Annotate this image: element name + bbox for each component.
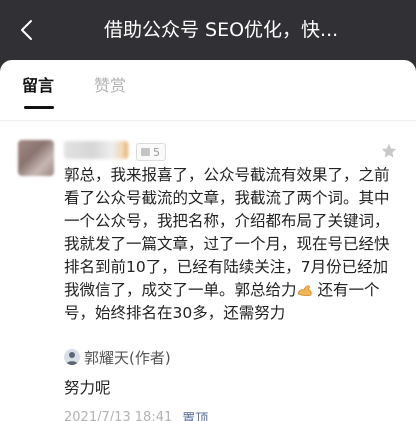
star-icon bbox=[381, 143, 397, 158]
author-reply-header: 郭耀天(作者) bbox=[64, 347, 171, 367]
pin-link[interactable]: 置顶 bbox=[182, 408, 208, 421]
author-reply-text: 努力呢 bbox=[64, 379, 111, 397]
top-navigation-bar: 借助公众号 SEO优化，快... bbox=[0, 0, 416, 60]
tab-comments[interactable]: 留言 bbox=[22, 72, 54, 96]
back-button[interactable] bbox=[6, 10, 46, 50]
comments-sheet: 留言 赞赏 5 郭总，我来报喜了，公众号截流有效果了，之前看了公众号截流的文章，… bbox=[0, 60, 416, 421]
badge-count: 5 bbox=[153, 145, 160, 159]
user-icon bbox=[66, 352, 78, 365]
article-title: 借助公众号 SEO优化，快... bbox=[104, 19, 339, 41]
author-name: 郭耀天(作者) bbox=[84, 348, 171, 367]
chevron-left-icon bbox=[21, 20, 32, 40]
commenter-avatar[interactable] bbox=[18, 140, 54, 176]
tab-bar: 留言 赞赏 bbox=[0, 60, 416, 110]
comment-text: 郭总，我来报喜了，公众号截流有效果了，之前看了公众号截流的文章，我截流了两个词。… bbox=[64, 164, 394, 325]
author-avatar bbox=[64, 349, 80, 365]
commenter-name-blurred bbox=[64, 141, 128, 159]
tab-appreciation[interactable]: 赞赏 bbox=[94, 72, 126, 96]
comment-text-part1: 郭总，我来报喜了，公众号截流有效果了，之前看了公众号截流的文章，我截流了两个词。… bbox=[64, 166, 390, 299]
active-tab-indicator bbox=[24, 106, 54, 109]
comment-timestamp: 2021/7/13 18:41 bbox=[64, 409, 173, 421]
tabs-divider bbox=[0, 120, 416, 121]
comment-meta-row: 2021/7/13 18:41 置顶 bbox=[64, 407, 208, 421]
like-button[interactable] bbox=[378, 140, 400, 162]
message-icon bbox=[141, 148, 150, 156]
arm-flex-icon bbox=[297, 285, 312, 297]
comment-count-badge: 5 bbox=[136, 143, 166, 161]
